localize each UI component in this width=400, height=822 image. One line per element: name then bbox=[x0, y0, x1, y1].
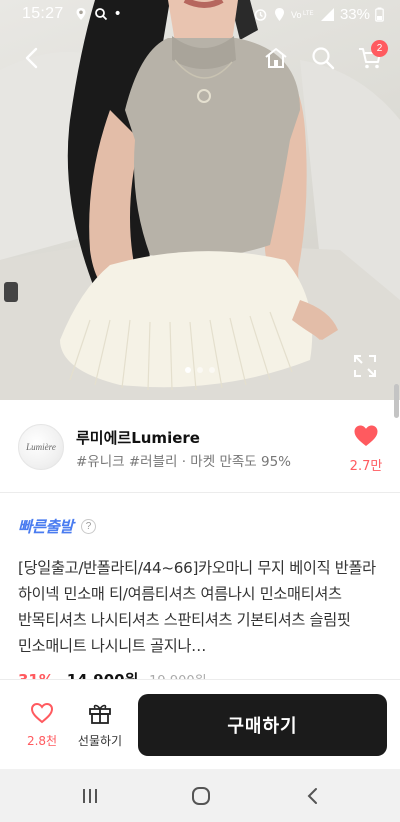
expand-icon bbox=[354, 355, 376, 377]
recent-apps-button[interactable] bbox=[75, 781, 105, 811]
gallery-dot bbox=[197, 367, 203, 373]
gift-label: 선물하기 bbox=[77, 734, 123, 748]
search-button[interactable] bbox=[303, 36, 343, 80]
alarm-icon bbox=[254, 8, 267, 21]
home-button[interactable] bbox=[256, 36, 296, 80]
signal-icon bbox=[320, 7, 334, 21]
system-back-button[interactable] bbox=[298, 781, 328, 811]
buy-button[interactable]: 구매하기 bbox=[138, 694, 387, 756]
wifi-calling-icon: Vo LTE bbox=[291, 10, 314, 20]
location-status-icon bbox=[274, 7, 284, 21]
fast-shipping-label: 빠른출발 bbox=[18, 518, 74, 536]
home-icon bbox=[265, 48, 287, 68]
heart-outline-icon bbox=[30, 702, 54, 724]
top-navigation: 2 bbox=[0, 36, 400, 80]
back-button[interactable] bbox=[12, 36, 52, 80]
recent-apps-icon bbox=[83, 789, 97, 803]
home-circle-icon bbox=[192, 787, 210, 805]
cart-button[interactable]: 2 bbox=[350, 36, 390, 80]
status-time: 15:27 bbox=[22, 5, 64, 22]
seller-info[interactable]: Lumière 루미에르Lumiere #유니크 #러블리 · 마켓 만족도 9… bbox=[0, 400, 400, 492]
gallery-dot bbox=[185, 367, 191, 373]
purchase-action-bar: 2.8천 선물하기 구매하기 bbox=[0, 679, 400, 769]
product-title: [당일출고/반폴라티/44~66]카오마니 무지 베이직 반폴라 하이넥 민소매… bbox=[18, 559, 376, 655]
like-count: 2.8천 bbox=[26, 734, 58, 748]
battery-percent: 33% bbox=[339, 5, 370, 23]
home-system-button[interactable] bbox=[186, 781, 216, 811]
location-icon bbox=[76, 8, 86, 20]
back-chevron-icon bbox=[307, 788, 317, 804]
search-notification-icon bbox=[94, 8, 107, 21]
fast-shipping: 빠른출발 ? bbox=[18, 515, 97, 537]
section-divider bbox=[0, 492, 400, 493]
gift-icon bbox=[89, 704, 111, 724]
back-arrow-icon bbox=[25, 47, 38, 69]
svg-text:Vo: Vo bbox=[291, 10, 302, 20]
heart-filled-icon bbox=[354, 425, 378, 446]
battery-icon bbox=[375, 7, 384, 22]
gallery-dot bbox=[209, 367, 215, 373]
system-navigation-bar bbox=[0, 769, 400, 822]
seller-logo[interactable]: Lumière bbox=[18, 424, 64, 470]
more-notifications-icon: • bbox=[113, 6, 122, 22]
seller-like-count: 2.7만 bbox=[349, 459, 383, 474]
status-bar: 15:27 • Vo LTE 33% bbox=[0, 0, 400, 28]
seller-like-button[interactable]: 2.7만 bbox=[344, 424, 388, 474]
seller-tags: #유니크 #러블리 · 마켓 만족도 95% bbox=[76, 454, 291, 470]
search-icon bbox=[312, 47, 335, 70]
like-button[interactable]: 2.8천 bbox=[12, 702, 72, 749]
seller-name[interactable]: 루미에르Lumiere bbox=[76, 427, 200, 448]
svg-text:LTE: LTE bbox=[303, 11, 314, 17]
fullscreen-button[interactable] bbox=[353, 354, 377, 378]
cart-badge: 2 bbox=[371, 40, 388, 57]
gift-button[interactable]: 선물하기 bbox=[70, 702, 130, 749]
product-detail-screen: 15:27 • Vo LTE 33% 2 Lumière 루미에르Lumiere… bbox=[0, 0, 400, 822]
gallery-pagination bbox=[0, 367, 400, 373]
help-icon[interactable]: ? bbox=[81, 518, 97, 534]
